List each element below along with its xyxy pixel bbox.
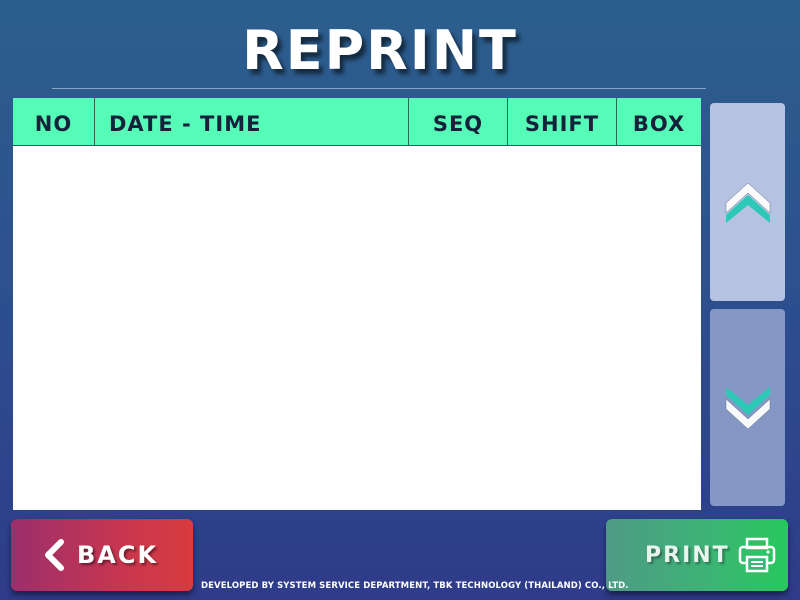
- table-body[interactable]: [13, 146, 701, 510]
- scroll-up-button[interactable]: [710, 103, 785, 301]
- column-header-box[interactable]: BOX: [617, 98, 701, 145]
- print-button-label: PRINT: [645, 542, 730, 568]
- column-header-date-time[interactable]: DATE - TIME: [95, 98, 409, 145]
- back-button[interactable]: BACK: [11, 519, 193, 591]
- chevron-left-icon: [45, 539, 64, 571]
- column-header-shift[interactable]: SHIFT: [508, 98, 617, 145]
- page-title: REPRINT: [242, 19, 518, 82]
- back-button-label: BACK: [77, 541, 159, 569]
- scroll-down-button[interactable]: [710, 309, 785, 506]
- print-button[interactable]: PRINT: [606, 519, 788, 591]
- table-header: NO DATE - TIME SEQ SHIFT BOX: [13, 98, 701, 146]
- reprint-table: NO DATE - TIME SEQ SHIFT BOX: [13, 98, 701, 510]
- title-divider: [52, 88, 706, 89]
- double-chevron-up-icon: [725, 182, 770, 223]
- double-chevron-down-icon: [725, 386, 770, 429]
- footer-credit: DEVELOPED BY SYSTEM SERVICE DEPARTMENT, …: [201, 581, 629, 591]
- column-header-no[interactable]: NO: [13, 98, 95, 145]
- printer-icon: [738, 537, 775, 573]
- column-header-seq[interactable]: SEQ: [409, 98, 508, 145]
